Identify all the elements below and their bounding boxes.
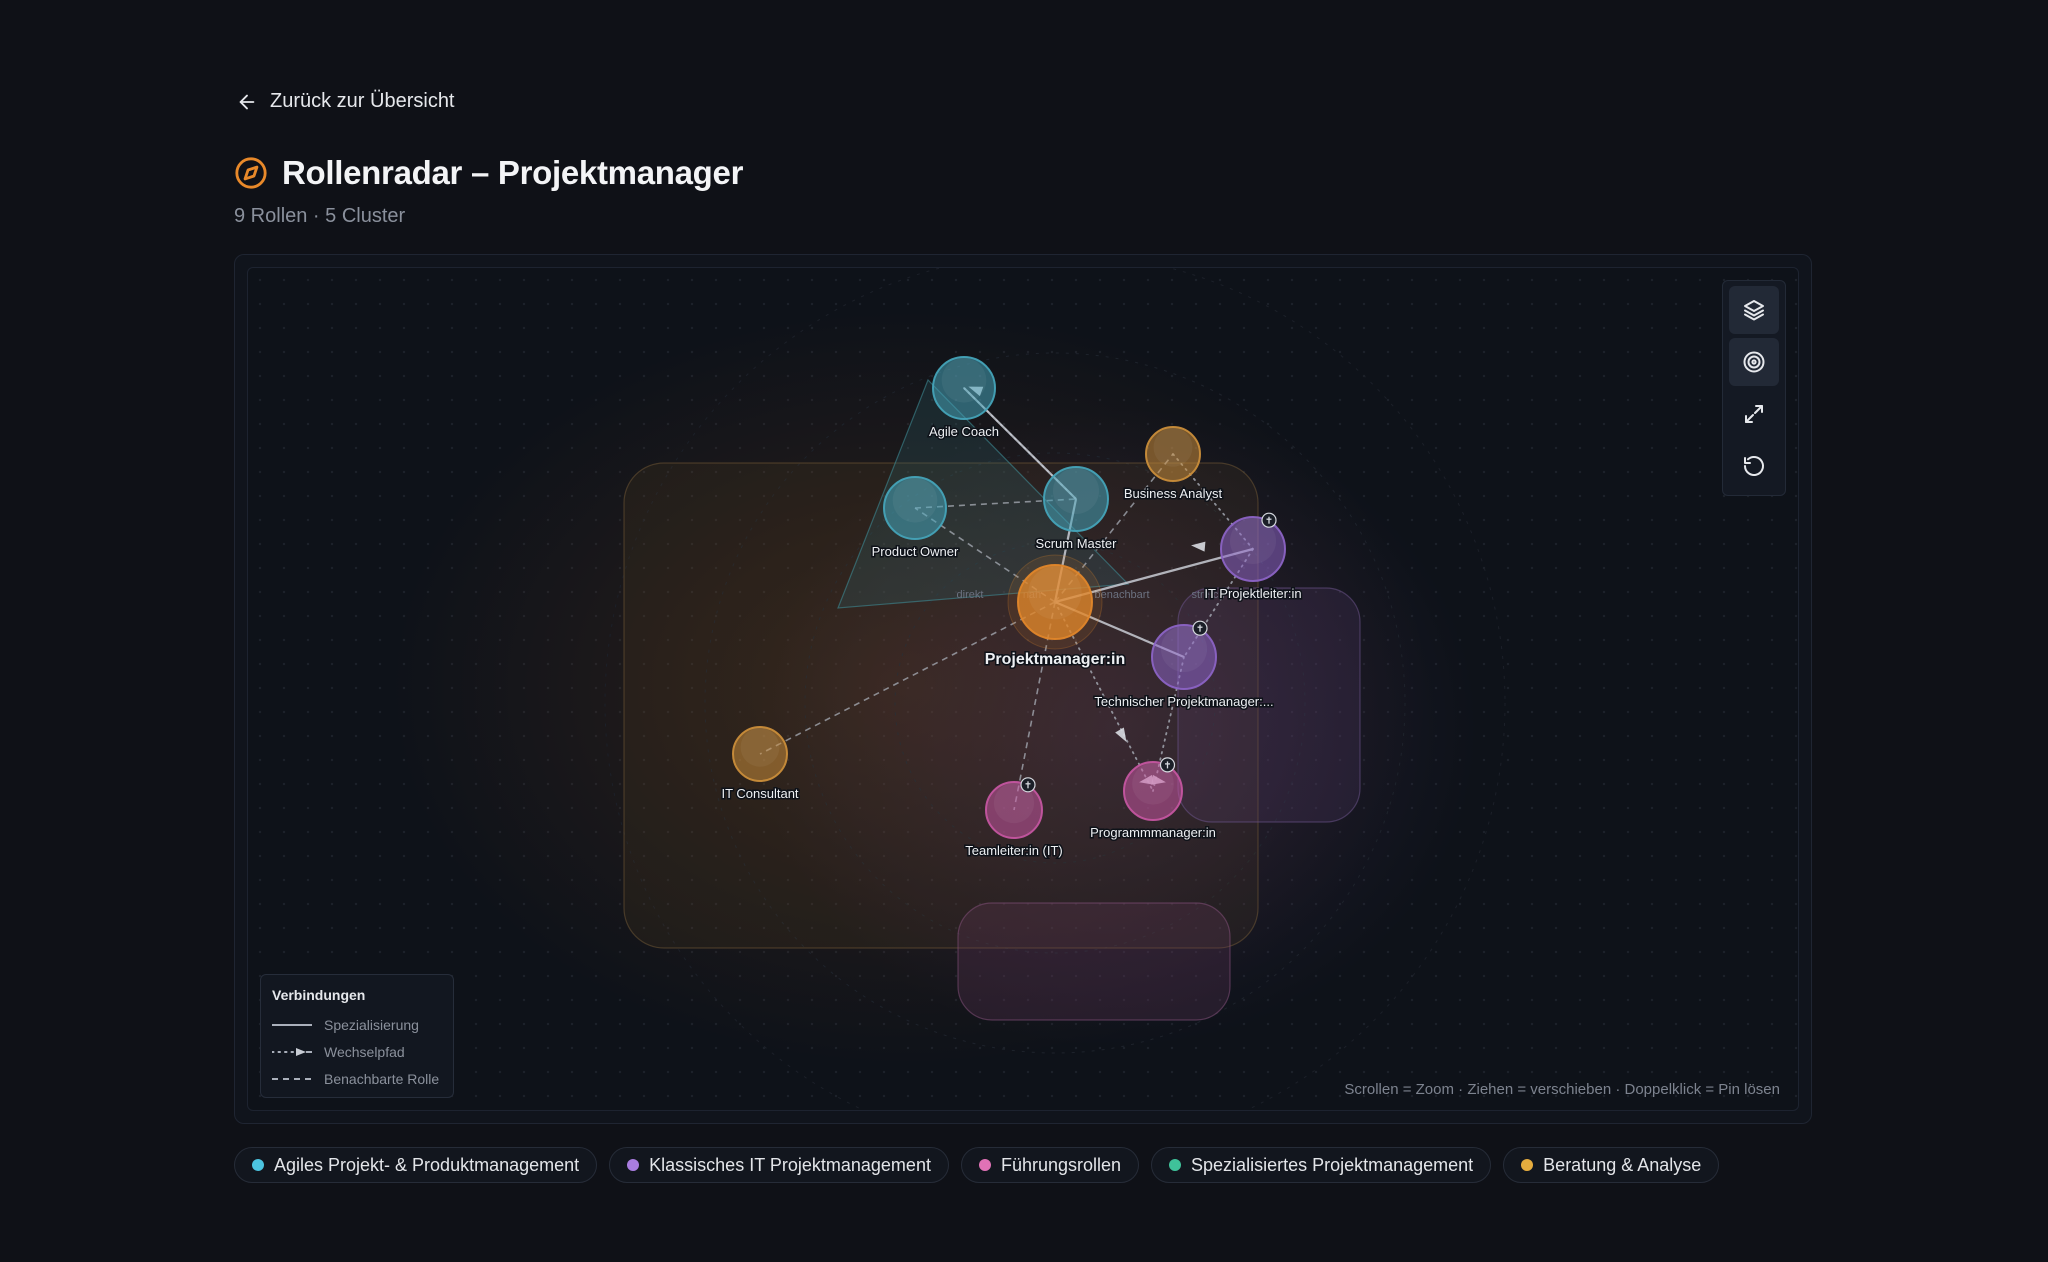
back-link-label: Zurück zur Übersicht: [270, 90, 455, 112]
cluster-chip-agile[interactable]: Agiles Projekt- & Produktmanagement: [234, 1147, 598, 1183]
node-label: Agile Coach: [929, 424, 999, 439]
legend-item-dashed: Benachbarte Rolle: [272, 1065, 442, 1092]
cluster-chip-label: Klassisches IT Projektmanagement: [649, 1154, 931, 1175]
legend-title: Verbindungen: [272, 987, 366, 1003]
pin-icon[interactable]: [1020, 777, 1036, 793]
interaction-hint: Scrollen = Zoom · Ziehen = verschieben ·…: [1344, 1081, 1780, 1098]
legend-label: Wechselpfad: [324, 1043, 405, 1060]
role-node-agile[interactable]: Agile Coach: [927, 356, 1001, 441]
cluster-dot: [252, 1159, 264, 1171]
cluster-filter-bar: Agiles Projekt- & Produktmanagement Klas…: [234, 1147, 1720, 1183]
expand-icon: [1745, 405, 1763, 423]
expand-button[interactable]: [1729, 390, 1779, 438]
pin-icon[interactable]: [1192, 620, 1208, 636]
cluster-dot: [978, 1159, 991, 1171]
layers-button[interactable]: [1729, 286, 1779, 334]
node-label: Programmmanager:in: [1090, 825, 1216, 840]
radar-panel: direktnahbenachbartstretch Agile CoachPr…: [234, 254, 1812, 1124]
node-label: IT Projektleiter:in: [1204, 586, 1301, 601]
legend-label: Benachbarte Rolle: [324, 1070, 440, 1087]
role-graph[interactable]: direktnahbenachbartstretch Agile CoachPr…: [248, 268, 1799, 1111]
dotted-arrow-line-icon: [272, 1047, 312, 1056]
legend-item-solid: Spezialisierung: [272, 1011, 442, 1038]
dashed-line-icon: [272, 1077, 312, 1080]
node-label: Business Analyst: [1124, 486, 1223, 501]
cluster-chip-fuehrung[interactable]: Führungsrollen: [960, 1147, 1140, 1183]
cluster-chip-label: Agiles Projekt- & Produktmanagement: [274, 1154, 580, 1175]
legend-label: Spezialisierung: [324, 1016, 419, 1033]
cluster-chip-spezialisiert[interactable]: Spezialisiertes Projektmanagement: [1151, 1147, 1492, 1183]
target-icon: [1743, 351, 1765, 373]
cluster-hull-fuehrung: [957, 902, 1231, 1021]
pin-icon[interactable]: [1159, 757, 1176, 773]
node-label: Scrum Master: [1036, 536, 1118, 551]
reset-icon: [1744, 456, 1764, 476]
back-link[interactable]: Zurück zur Übersicht: [236, 90, 455, 113]
pin-icon[interactable]: [1261, 512, 1277, 528]
map-toolbar: [1722, 280, 1786, 496]
node-label: Product Owner: [872, 544, 959, 559]
cluster-chip-label: Beratung & Analyse: [1543, 1154, 1702, 1175]
arrow-left-icon: [239, 94, 255, 109]
target-button[interactable]: [1729, 338, 1779, 386]
node-label: Teamleiter:in (IT): [965, 843, 1063, 858]
layers-icon: [1744, 300, 1764, 321]
node-label: IT Consultant: [721, 786, 798, 801]
cluster-dot: [627, 1159, 640, 1171]
cluster-chip-label: Spezialisiertes Projektmanagement: [1191, 1154, 1474, 1175]
page-title: Rollenradar – Projektmanager: [282, 154, 744, 191]
solid-line-icon: [272, 1023, 312, 1026]
legend-item-dotted: Wechselpfad: [272, 1038, 442, 1065]
ring-label: direkt: [957, 589, 984, 601]
reset-button[interactable]: [1729, 442, 1779, 490]
cluster-chip-klassisch[interactable]: Klassisches IT Projektmanagement: [609, 1147, 949, 1183]
compass-icon: [235, 157, 267, 189]
title-row: Rollenradar – Projektmanager: [234, 154, 743, 192]
cluster-chip-beratung[interactable]: Beratung & Analyse: [1503, 1147, 1720, 1183]
radar-canvas[interactable]: direktnahbenachbartstretch Agile CoachPr…: [247, 267, 1799, 1111]
cluster-dot: [1169, 1159, 1182, 1171]
ring-label: benachbart: [1094, 589, 1149, 601]
page-subtitle: 9 Rollen · 5 Cluster: [234, 205, 406, 227]
cluster-dot: [1521, 1159, 1534, 1171]
connection-legend: Verbindungen Spezialisierung Wechselpfad…: [260, 974, 454, 1098]
node-label: Technischer Projektmanager:...: [1094, 694, 1273, 709]
cluster-chip-label: Führungsrollen: [1000, 1154, 1122, 1175]
node-label: Projektmanager:in: [985, 651, 1125, 668]
